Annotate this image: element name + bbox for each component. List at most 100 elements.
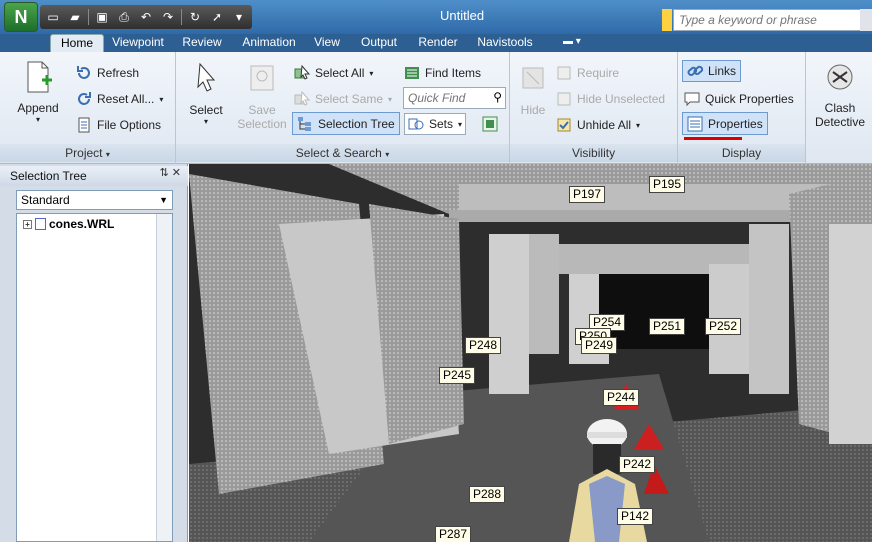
tab-animation[interactable]: Animation (236, 34, 302, 52)
ribbon-panel: Append ▾ Refresh Reset All... ▾ File Opt… (0, 52, 872, 164)
selection-tree[interactable]: + cones.WRL (16, 213, 173, 542)
new-file-icon[interactable]: ▭ (44, 9, 62, 25)
select-label: Select (189, 103, 223, 117)
refresh-button[interactable]: Refresh (76, 62, 139, 84)
selection-tree-button[interactable]: Selection Tree (292, 112, 400, 135)
customize-qat-icon[interactable]: ▾ (230, 9, 248, 25)
hide-button[interactable]: Hide (516, 62, 550, 117)
tab-view[interactable]: View (308, 34, 346, 52)
tab-viewpoint[interactable]: Viewpoint (108, 34, 168, 52)
quick-properties-button[interactable]: Quick Properties (684, 88, 794, 110)
viewpoint-link-tag[interactable]: P251 (649, 318, 686, 335)
tree-item-label: cones.WRL (49, 217, 115, 231)
pin-icon[interactable]: ⇅ (160, 167, 169, 179)
window-title: Untitled (440, 8, 485, 23)
qat-separator (88, 9, 89, 25)
append-label: Append (17, 101, 59, 115)
group-label-select-search[interactable]: Select & Search ▾ (176, 144, 509, 162)
hide-unselected-icon (557, 92, 571, 106)
search-go-icon[interactable] (662, 9, 672, 31)
search-input[interactable] (674, 10, 860, 30)
append-button[interactable]: Append ▾ (12, 60, 64, 124)
select-cursor-icon[interactable]: ➚ (208, 9, 226, 25)
require-button[interactable]: Require (556, 62, 619, 84)
point-cloud-scene (189, 164, 872, 542)
viewpoint-link-tag[interactable]: P288 (469, 486, 506, 503)
group-label-project[interactable]: Project ▾ (0, 144, 175, 162)
links-button[interactable]: Links (682, 60, 742, 82)
clash-label-1: Clash (824, 101, 856, 115)
select-all-label: Select All (315, 66, 365, 80)
tree-mode-dropdown[interactable]: Standard ▼ (16, 190, 173, 210)
manage-sets-button[interactable] (482, 113, 498, 135)
tab-review[interactable]: Review (176, 34, 228, 52)
viewpoint-link-tag[interactable]: P195 (649, 176, 686, 193)
file-icon (35, 218, 46, 230)
quick-find-field[interactable]: ⚲ (403, 87, 506, 109)
reset-icon (78, 92, 91, 105)
quick-properties-icon (684, 92, 700, 107)
file-options-icon (78, 117, 90, 133)
find-items-button[interactable]: Find Items (404, 62, 481, 84)
refresh-icon[interactable]: ↻ (186, 9, 204, 25)
group-project: Append ▾ Refresh Reset All... ▾ File Opt… (0, 52, 176, 164)
select-same-button[interactable]: Select Same ▾ (294, 88, 392, 110)
save-icon[interactable]: ▣ (93, 9, 111, 25)
properties-button[interactable]: Properties (682, 112, 768, 135)
expand-icon[interactable]: + (23, 219, 32, 229)
tab-render[interactable]: Render (412, 34, 464, 52)
open-folder-icon[interactable]: ▰ (66, 9, 84, 25)
chevron-down-icon: ▾ (105, 150, 110, 159)
sets-icon (408, 118, 424, 130)
select-button[interactable]: Select ▾ (182, 62, 230, 126)
select-search-group-label: Select & Search (295, 146, 382, 160)
redo-icon[interactable]: ↷ (159, 9, 177, 25)
viewpoint-link-tag[interactable]: P197 (569, 186, 606, 203)
3d-viewport[interactable]: P197 P195 P254 P251 P252 P250 P249 P248 … (189, 164, 872, 542)
clash-detective-button[interactable]: Clash Detective (808, 60, 872, 129)
tree-item[interactable]: + cones.WRL (23, 217, 114, 231)
hide-unselected-button[interactable]: Hide Unselected (556, 88, 665, 110)
viewpoint-link-tag[interactable]: P142 (617, 508, 654, 525)
reset-all-button[interactable]: Reset All... ▾ (76, 88, 163, 110)
hide-label: Hide (520, 103, 546, 117)
hide-icon (522, 67, 544, 89)
select-same-icon (294, 91, 310, 106)
selection-tree-label: Selection Tree (318, 116, 395, 131)
print-icon[interactable]: ⎙ (115, 9, 133, 25)
tree-scrollbar[interactable] (156, 214, 172, 541)
sets-dropdown[interactable]: Sets ▾ (404, 113, 467, 135)
viewpoint-link-tag[interactable]: P252 (705, 318, 742, 335)
tab-navistools[interactable]: Navistools (472, 34, 538, 52)
select-all-button[interactable]: Select All ▾ (294, 62, 373, 84)
application-menu-button[interactable]: N (4, 2, 38, 32)
ribbon-minimize-icon[interactable]: ▬ ▾ (563, 36, 593, 49)
search-icon[interactable]: ⚲ (493, 90, 502, 104)
file-options-button[interactable]: File Options (76, 114, 161, 136)
search-box[interactable] (673, 9, 861, 31)
viewpoint-link-tag[interactable]: P248 (465, 337, 502, 354)
ribbon-tabs: Home Viewpoint Review Animation View Out… (0, 34, 872, 52)
quick-find-input[interactable] (404, 88, 486, 108)
window-control-button[interactable] (860, 9, 872, 31)
viewpoint-link-tag[interactable]: P242 (619, 456, 656, 473)
tab-output[interactable]: Output (354, 34, 404, 52)
viewpoint-link-tag[interactable]: P244 (603, 389, 640, 406)
unhide-all-button[interactable]: Unhide All ▾ (556, 114, 640, 136)
viewpoint-link-tag[interactable]: P287 (435, 526, 472, 542)
tab-home[interactable]: Home (50, 34, 104, 52)
undo-icon[interactable]: ↶ (137, 9, 155, 25)
chevron-down-icon: ▾ (636, 120, 641, 130)
save-selection-button[interactable]: Save Selection (234, 62, 290, 131)
viewpoint-link-tag[interactable]: P249 (581, 337, 618, 354)
unhide-all-icon (557, 118, 571, 132)
close-icon[interactable]: ✕ (172, 167, 181, 179)
chevron-down-icon: ▾ (203, 117, 208, 126)
viewpoint-link-tag[interactable]: P245 (439, 367, 476, 384)
find-items-icon (405, 67, 419, 79)
chevron-down-icon: ▾ (159, 94, 164, 104)
group-label-visibility: Visibility (510, 144, 677, 162)
chevron-down-icon: ▼ (159, 195, 168, 205)
quick-access-bar: ▭ ▰ ▣ ⎙ ↶ ↷ ↻ ➚ ▾ (40, 5, 252, 29)
quick-access-toolbar: N ▭ ▰ ▣ ⎙ ↶ ↷ ↻ ➚ ▾ (4, 2, 284, 32)
